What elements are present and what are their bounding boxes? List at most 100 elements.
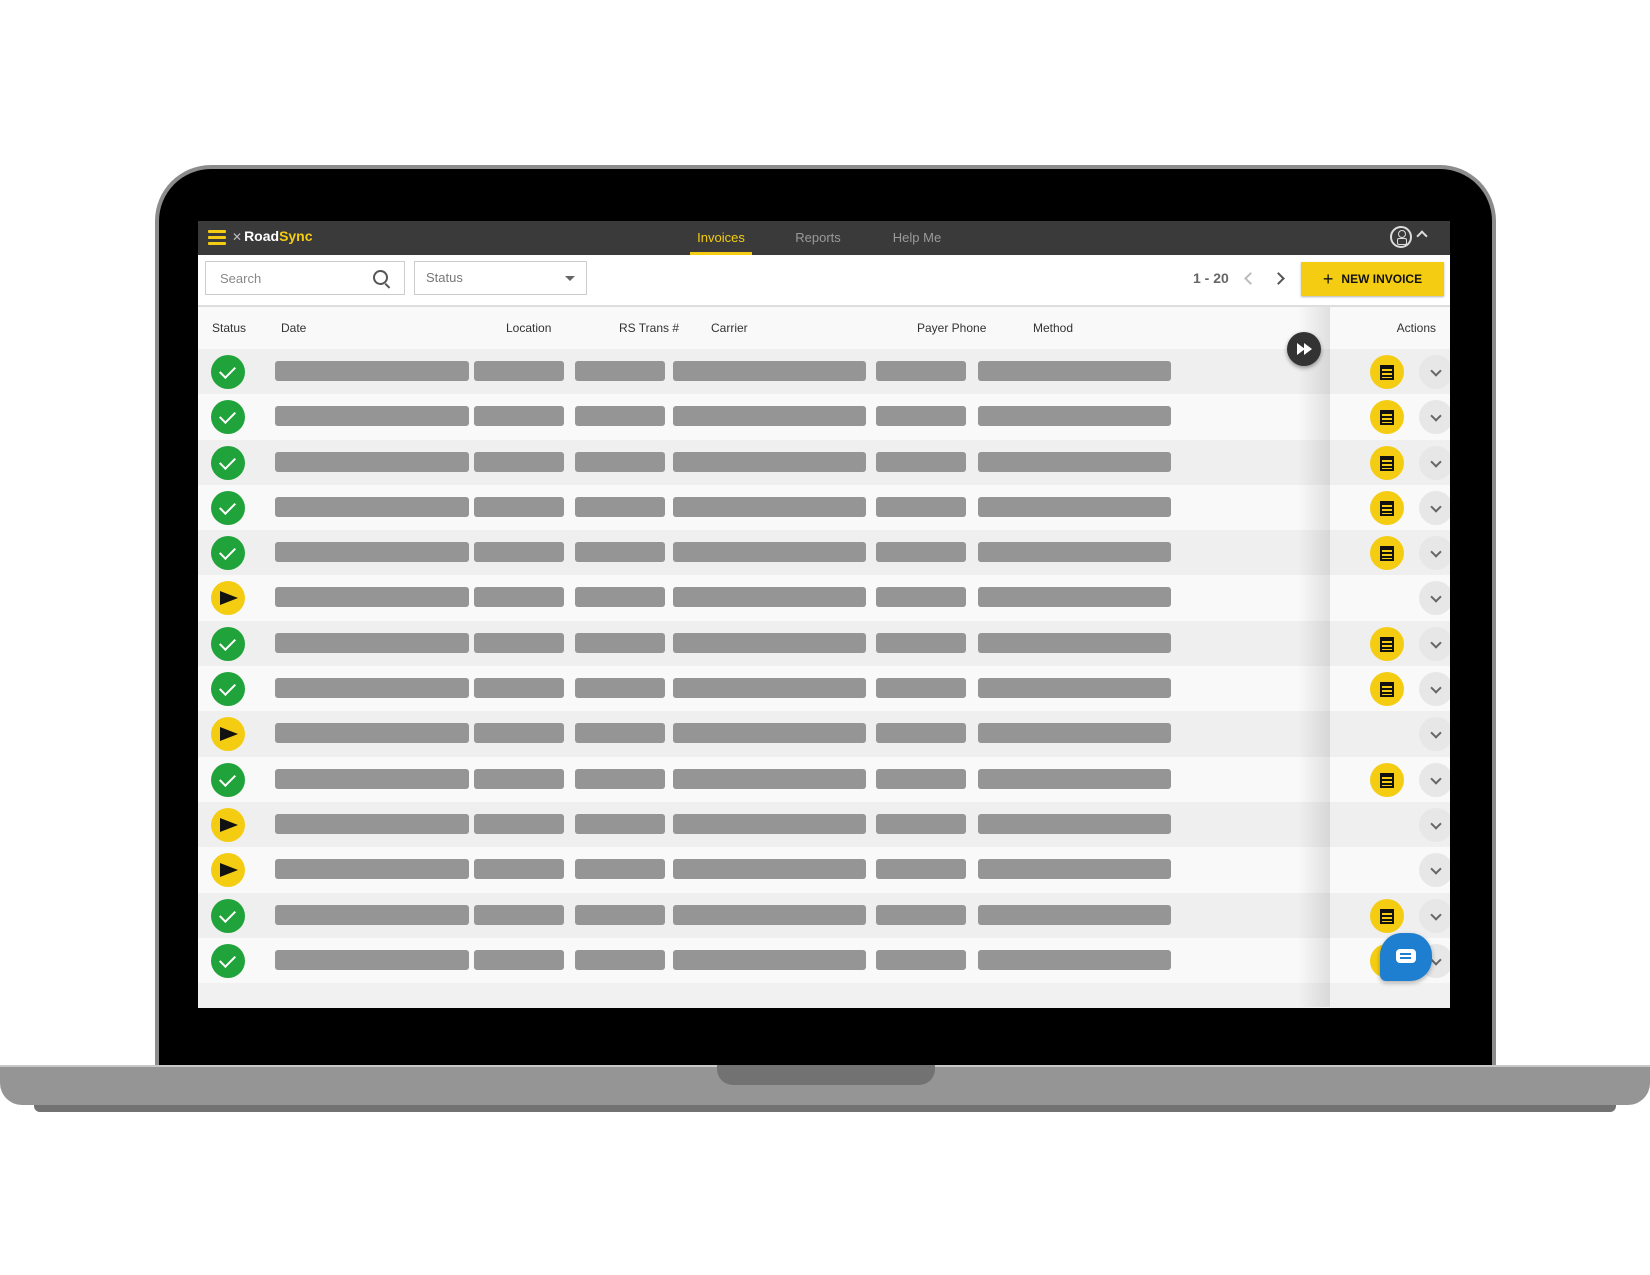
chevron-down-icon[interactable] <box>1419 762 1450 797</box>
receipt-icon[interactable] <box>1370 672 1404 707</box>
column-payer-phone[interactable]: Payer Phone <box>917 307 986 349</box>
search-input[interactable] <box>218 262 372 294</box>
location-cell-placeholder <box>474 406 564 427</box>
receipt-icon[interactable] <box>1370 490 1404 525</box>
rs-trans-cell-placeholder <box>575 678 665 699</box>
method-cell-placeholder <box>978 904 1171 925</box>
receipt-icon[interactable] <box>1370 626 1404 661</box>
check-circle-icon <box>211 445 245 480</box>
location-cell-placeholder <box>474 859 564 880</box>
table-row[interactable] <box>198 801 1450 848</box>
actions-header: Actions <box>1330 307 1450 349</box>
table-row[interactable] <box>198 530 1450 576</box>
payer-phone-cell-placeholder <box>876 904 966 925</box>
payer-phone-cell-placeholder <box>876 949 966 970</box>
chevron-down-icon[interactable] <box>1419 717 1450 752</box>
column-date[interactable]: Date <box>281 307 306 349</box>
table-row[interactable] <box>198 394 1450 440</box>
date-cell-placeholder <box>275 587 469 608</box>
table-row[interactable] <box>198 847 1450 893</box>
roadsync-logo[interactable]: ✕ RoadSync <box>232 228 313 244</box>
chevron-down-icon[interactable] <box>1419 581 1450 616</box>
chevron-up-icon[interactable] <box>1416 230 1428 242</box>
carrier-cell-placeholder <box>673 361 866 381</box>
chevron-down-icon[interactable] <box>1419 898 1450 933</box>
method-cell-placeholder <box>978 768 1171 789</box>
carrier-cell-placeholder <box>673 678 866 699</box>
search-box <box>205 261 405 295</box>
invoice-table-body <box>198 349 1450 984</box>
payer-phone-cell-placeholder <box>876 768 966 789</box>
table-row[interactable] <box>198 756 1450 802</box>
column-status[interactable]: Status <box>212 307 246 349</box>
previous-page-button[interactable] <box>1244 272 1257 285</box>
row-actions <box>1330 575 1450 620</box>
chevron-down-icon[interactable] <box>1419 807 1450 842</box>
chevron-down-icon[interactable] <box>1419 853 1450 888</box>
receipt-icon[interactable] <box>1370 400 1404 435</box>
date-cell-placeholder <box>275 768 469 789</box>
table-row[interactable] <box>198 711 1450 757</box>
toolbar: Status 1 - 20 + NEW INVOICE <box>198 255 1450 307</box>
row-actions <box>1330 349 1450 394</box>
chevron-down-icon[interactable] <box>1419 626 1450 661</box>
date-cell-placeholder <box>275 451 469 472</box>
column-carrier[interactable]: Carrier <box>711 307 748 349</box>
search-icon[interactable] <box>373 270 388 285</box>
chevron-down-icon[interactable] <box>1419 355 1450 389</box>
chevron-down-icon[interactable] <box>1419 536 1450 571</box>
receipt-icon[interactable] <box>1370 898 1404 933</box>
rs-trans-cell-placeholder <box>575 496 665 517</box>
chevron-down-icon[interactable] <box>1419 490 1450 525</box>
table-row[interactable] <box>198 484 1450 531</box>
check-circle-icon <box>211 672 245 707</box>
tab-reports[interactable]: Reports <box>788 221 848 255</box>
table-row[interactable] <box>198 349 1450 395</box>
table-row[interactable] <box>198 892 1450 938</box>
location-cell-placeholder <box>474 451 564 472</box>
chat-button[interactable] <box>1380 933 1432 981</box>
date-cell-placeholder <box>275 904 469 925</box>
user-icon[interactable] <box>1390 226 1412 248</box>
table-row[interactable] <box>198 937 1450 984</box>
next-page-button[interactable] <box>1272 272 1285 285</box>
status-filter-select[interactable]: Status <box>414 261 587 295</box>
date-cell-placeholder <box>275 859 469 880</box>
column-location[interactable]: Location <box>506 307 551 349</box>
receipt-icon[interactable] <box>1370 445 1404 480</box>
payer-phone-cell-placeholder <box>876 361 966 381</box>
rs-trans-cell-placeholder <box>575 949 665 970</box>
payer-phone-cell-placeholder <box>876 406 966 427</box>
row-actions <box>1330 530 1450 575</box>
location-cell-placeholder <box>474 587 564 608</box>
status-filter-label: Status <box>426 270 463 285</box>
chevron-down-icon[interactable] <box>1419 445 1450 480</box>
tab-help-me[interactable]: Help Me <box>887 221 947 255</box>
chevron-down-icon[interactable] <box>1419 672 1450 707</box>
table-row[interactable] <box>198 666 1450 712</box>
table-row[interactable] <box>198 575 1450 621</box>
column-method[interactable]: Method <box>1033 307 1073 349</box>
carrier-cell-placeholder <box>673 813 866 834</box>
receipt-icon[interactable] <box>1370 536 1404 571</box>
method-cell-placeholder <box>978 949 1171 970</box>
hamburger-icon[interactable] <box>208 230 226 245</box>
location-cell-placeholder <box>474 496 564 517</box>
new-invoice-button[interactable]: + NEW INVOICE <box>1301 262 1444 296</box>
check-circle-icon <box>211 490 245 525</box>
row-actions <box>1330 757 1450 802</box>
tab-invoices[interactable]: Invoices <box>690 221 752 255</box>
carrier-cell-placeholder <box>673 496 866 517</box>
location-cell-placeholder <box>474 723 564 744</box>
table-row[interactable] <box>198 620 1450 667</box>
method-cell-placeholder <box>978 542 1171 563</box>
check-circle-icon <box>211 355 245 389</box>
rs-trans-cell-placeholder <box>575 406 665 427</box>
chevron-down-icon[interactable] <box>1419 400 1450 435</box>
receipt-icon[interactable] <box>1370 762 1404 797</box>
fast-forward-icon[interactable] <box>1287 332 1321 366</box>
receipt-icon[interactable] <box>1370 355 1404 389</box>
column-rs-trans[interactable]: RS Trans # <box>619 307 679 349</box>
location-cell-placeholder <box>474 678 564 699</box>
table-row[interactable] <box>198 439 1450 485</box>
